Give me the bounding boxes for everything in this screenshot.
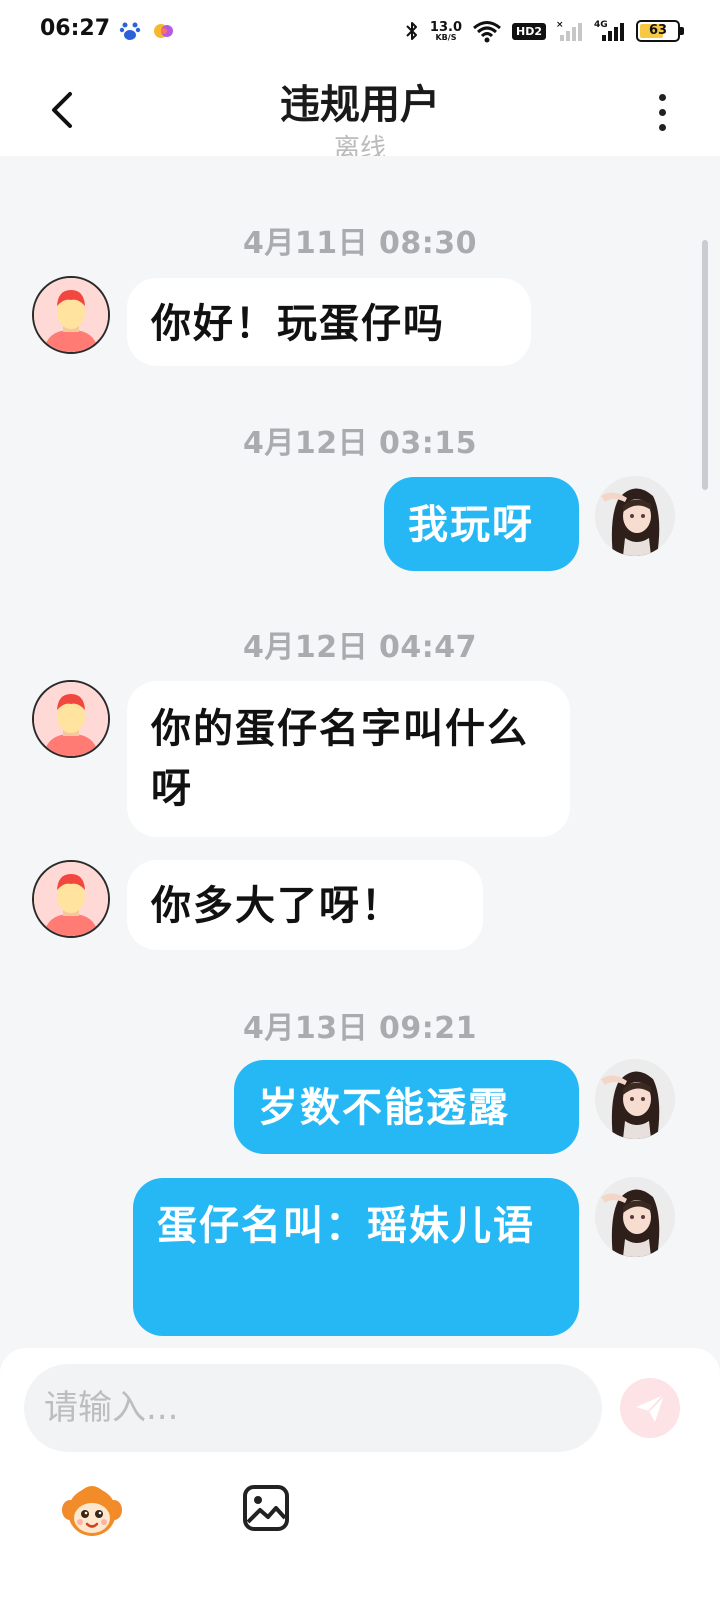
sent-message-bubble[interactable]: 岁数不能透露: [234, 1060, 579, 1154]
online-status: 离线: [333, 134, 386, 156]
more-options-button[interactable]: [640, 86, 684, 138]
message-timestamp: 4月12日 03:15: [242, 426, 478, 461]
received-message-bubble[interactable]: 你好！玩蛋仔吗: [127, 278, 531, 366]
contact-avatar[interactable]: [32, 860, 110, 938]
battery-level: 63: [648, 23, 668, 38]
send-button[interactable]: [620, 1378, 680, 1438]
battery-indicator: 63: [636, 20, 684, 42]
user-avatar-icon: [34, 862, 108, 936]
status-time: 06:27: [40, 16, 111, 41]
bluetooth-icon: [406, 22, 417, 40]
sent-message-bubble[interactable]: 我玩呀: [384, 477, 579, 571]
message-timestamp: 4月12日 04:47: [242, 630, 478, 665]
more-vertical-icon-dot: [658, 123, 666, 131]
my-avatar[interactable]: [595, 1177, 675, 1257]
battery-tip: [680, 27, 684, 35]
contact-avatar[interactable]: [32, 276, 110, 354]
status-bar: 06:27 13.0 KB/S HD2 × 4G 63: [0, 0, 720, 60]
my-avatar[interactable]: [595, 476, 675, 556]
network-speed: 13.0 KB/S: [429, 19, 462, 42]
message-input[interactable]: [24, 1364, 602, 1452]
image-picker-button[interactable]: [240, 1482, 292, 1534]
user-avatar-icon: [34, 682, 108, 756]
svg-text:4G: 4G: [594, 20, 608, 30]
sent-message-bubble[interactable]: 蛋仔名叫：瑶妹儿语: [133, 1178, 579, 1336]
send-icon: [636, 1394, 665, 1422]
chat-header: 违规用户 离线: [0, 60, 720, 156]
mascot-icon: [62, 1486, 122, 1536]
chat-title: 违规用户: [280, 82, 440, 128]
more-vertical-icon-dot: [658, 93, 666, 101]
message-timestamp: 4月13日 09:21: [242, 1011, 478, 1046]
input-panel: [0, 1348, 720, 1600]
message-timestamp: 4月11日 08:30: [242, 226, 478, 261]
signal-4g-icon: 4G: [594, 20, 624, 41]
received-message-bubble[interactable]: 你多大了呀！: [127, 860, 483, 950]
status-right-group: 13.0 KB/S HD2 × 4G 63: [404, 14, 684, 48]
wifi-icon: [473, 21, 501, 43]
app-notification-icon: [154, 24, 173, 38]
user-avatar-icon: [34, 278, 108, 352]
anime-girl-avatar-icon: [595, 1177, 675, 1257]
anime-girl-avatar-icon: [595, 476, 675, 556]
signal-empty-icon: ×: [556, 20, 582, 41]
received-message-bubble[interactable]: 你的蛋仔名字叫什么呀: [127, 681, 570, 837]
svg-text:×: ×: [556, 20, 564, 30]
contact-avatar[interactable]: [32, 680, 110, 758]
mascot-sticker-button[interactable]: [60, 1478, 124, 1542]
my-avatar[interactable]: [595, 1059, 675, 1139]
image-icon: [243, 1485, 289, 1531]
hd-badge: HD2: [512, 22, 546, 40]
baidu-paw-icon: [119, 22, 141, 40]
anime-girl-avatar-icon: [595, 1059, 675, 1139]
more-vertical-icon-dot: [658, 108, 666, 116]
